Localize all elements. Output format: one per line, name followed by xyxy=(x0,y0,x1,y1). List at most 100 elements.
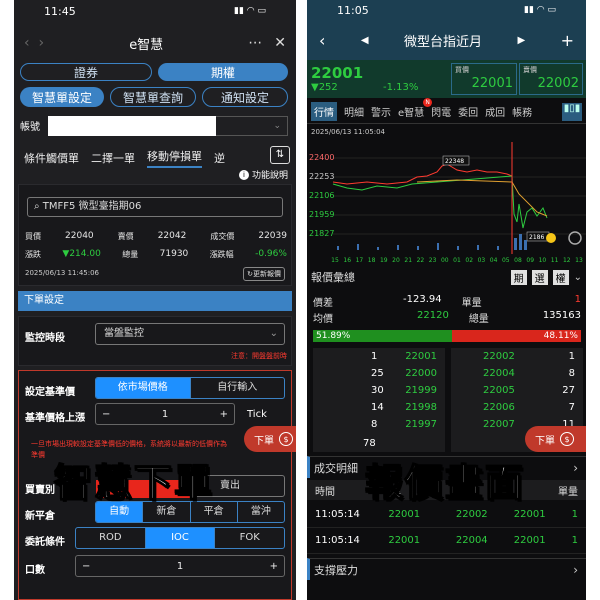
refresh-quote-button[interactable]: ↻更新報價 xyxy=(243,267,285,281)
option-manual-input[interactable]: 自行輸入 xyxy=(189,378,285,398)
ask-row[interactable]: 22004 8 xyxy=(451,365,583,382)
x-tick: 11 xyxy=(551,257,559,264)
option-ioc[interactable]: IOC xyxy=(144,528,215,548)
x-tick: 20 xyxy=(392,257,400,264)
plus-icon[interactable]: + xyxy=(270,561,278,572)
ask-row[interactable]: 22006 7 xyxy=(451,399,583,416)
right-phone-screen: 11:05 ▮▮ ◠ ▭ ‹ ◀ 微型台指近月 ▶ + 22001 ▼252 -… xyxy=(307,0,586,600)
bid-row[interactable]: 8 21997 xyxy=(313,416,445,433)
crosshair-handle-icon[interactable] xyxy=(546,233,556,243)
bid-box[interactable]: 買價 22001 xyxy=(451,63,517,95)
chevron-down-icon[interactable]: ⌄ xyxy=(574,272,582,283)
order-button[interactable]: 下單 $ xyxy=(244,426,296,452)
book-cell: 22005 xyxy=(483,385,515,396)
option-fok[interactable]: FOK xyxy=(214,528,284,548)
x-tick: 15 xyxy=(331,257,339,264)
tab-condition-trigger[interactable]: 條件觸價單 xyxy=(24,150,79,166)
minus-icon[interactable]: − xyxy=(102,409,110,420)
ask-ratio-fill: 48.11% xyxy=(452,330,581,342)
bid-row[interactable]: 1 22001 xyxy=(313,348,445,365)
option-rod[interactable]: ROD xyxy=(76,528,145,548)
tab-smart[interactable]: e智慧 N xyxy=(398,98,433,119)
intraday-chart[interactable]: 22400 22253 22106 21959 21827 22348 2186… xyxy=(307,142,586,266)
change-pct: -1.13% xyxy=(383,82,419,93)
tab-securities[interactable]: 證券 xyxy=(20,63,152,81)
chevron-right-icon: › xyxy=(573,460,578,475)
status-time: 11:05 xyxy=(337,3,369,17)
nav-title: e智慧 xyxy=(129,37,164,53)
bid-row[interactable]: 30 21999 xyxy=(313,382,445,399)
book-cell: 22007 xyxy=(483,419,515,430)
order-button[interactable]: 下單 $ xyxy=(525,426,586,452)
account-dropdown-chevron-icon[interactable]: ⌄ xyxy=(216,116,288,136)
ask-row[interactable]: 22002 1 xyxy=(451,348,583,365)
quantity-stepper[interactable]: − 1 + xyxy=(75,555,285,577)
x-tick: 09 xyxy=(526,257,534,264)
bid-row[interactable]: 14 21998 xyxy=(313,399,445,416)
btn-warrants[interactable]: 權 xyxy=(552,269,569,285)
minus-icon[interactable]: − xyxy=(82,561,90,572)
sort-icon[interactable]: ⇅ xyxy=(270,146,290,164)
close-icon[interactable]: ✕ xyxy=(274,35,286,51)
detail-title: 成交明細 xyxy=(314,461,358,475)
rise-stepper[interactable]: − 1 + xyxy=(95,403,235,425)
tab-smart-order-query[interactable]: 智慧單查詢 xyxy=(110,87,196,107)
book-cell: 1 xyxy=(568,351,575,362)
option-day-trade[interactable]: 當沖 xyxy=(236,502,284,522)
detail-cell: 22001 xyxy=(513,535,546,546)
plus-icon[interactable]: + xyxy=(220,409,228,420)
symbol-search-input[interactable]: ⌕ TMFF5 微型臺指期06 xyxy=(27,197,283,217)
detail-cell: 11:05:14 xyxy=(315,535,360,546)
tab-notification-settings[interactable]: 通知設定 xyxy=(202,87,288,107)
book-cell: 22001 xyxy=(405,351,437,362)
tab-trailing-stop[interactable]: 移動停損單 xyxy=(147,148,202,168)
x-tick: 05 xyxy=(502,257,510,264)
tab-fill-reply[interactable]: 成回 xyxy=(485,104,505,119)
tab-one-cancels-other[interactable]: 二擇一單 xyxy=(91,150,135,166)
add-icon[interactable]: + xyxy=(561,31,574,50)
back-arrow-icon[interactable]: ‹ › xyxy=(24,35,44,51)
spread-value: -123.94 xyxy=(403,294,442,305)
ask-row[interactable]: 22005 27 xyxy=(451,382,583,399)
tab-alert[interactable]: 警示 xyxy=(371,104,391,119)
condition-segment: ROD IOC FOK xyxy=(75,527,285,549)
btn-options[interactable]: 選 xyxy=(531,269,548,285)
change-pct-value: -0.96% xyxy=(255,249,287,259)
back-icon[interactable]: ‹ xyxy=(319,31,325,50)
btn-futures[interactable]: 期 xyxy=(510,269,527,285)
nav-title[interactable]: 微型台指近月 xyxy=(404,31,482,50)
candlestick-icon[interactable]: ▮▯▮ xyxy=(562,103,582,121)
tab-flash[interactable]: 閃電 xyxy=(431,104,451,119)
next-symbol-icon[interactable]: ▶ xyxy=(517,35,525,46)
prev-symbol-icon[interactable]: ◀ xyxy=(361,35,369,46)
tab-more[interactable]: 逆 xyxy=(214,150,225,166)
monitor-select[interactable]: 當盤監控 ⌄ xyxy=(95,323,285,345)
refresh-label: 更新報價 xyxy=(253,270,281,278)
y-tick: 21827 xyxy=(309,229,334,238)
status-time: 11:45 xyxy=(44,4,76,18)
detail-row[interactable]: 11:05:14 22001 22004 22001 1 xyxy=(307,528,586,554)
left-phone-screen: 11:45 ▮▮ ◠ ▭ ‹ › e智慧 ⋯ ✕ 證券 期權 智慧單設定 智慧單… xyxy=(14,0,296,600)
tab-smart-order-settings[interactable]: 智慧單設定 xyxy=(20,87,104,107)
bid-row[interactable]: 25 22000 xyxy=(313,365,445,382)
option-market-price[interactable]: 依市場價格 xyxy=(96,378,190,398)
y-tick: 22253 xyxy=(309,172,334,181)
more-icon[interactable]: ⋯ xyxy=(248,35,262,51)
x-tick: 21 xyxy=(404,257,412,264)
x-axis-ticks: 15 16 17 18 19 20 21 22 23 00 01 02 03 04 05 08 09 10 11 12… xyxy=(331,257,583,264)
ask-box[interactable]: 賣價 22002 xyxy=(519,63,583,95)
price-line-green xyxy=(332,175,548,229)
tab-order-reply[interactable]: 委回 xyxy=(458,104,478,119)
account-field[interactable] xyxy=(48,116,216,136)
strategy-tabs: 條件觸價單 二擇一單 移動停損單 逆 xyxy=(24,147,294,169)
tab-detail[interactable]: 明細 xyxy=(344,104,364,119)
deal-price: 22039 xyxy=(258,231,287,241)
tab-futures-options[interactable]: 期權 xyxy=(158,63,288,81)
quote-card: ⌕ TMFF5 微型臺指期06 買價 22040 賣價 22042 成交價 22… xyxy=(18,184,292,286)
help-link[interactable]: i 功能說明 xyxy=(238,168,288,181)
tab-quote[interactable]: 行情 xyxy=(311,102,337,121)
tab-account[interactable]: 帳務 xyxy=(512,104,532,119)
bid-ratio-fill: 51.89% xyxy=(313,330,453,342)
support-header[interactable]: 支撐壓力 › xyxy=(307,558,586,580)
book-cell: 7 xyxy=(568,402,575,413)
